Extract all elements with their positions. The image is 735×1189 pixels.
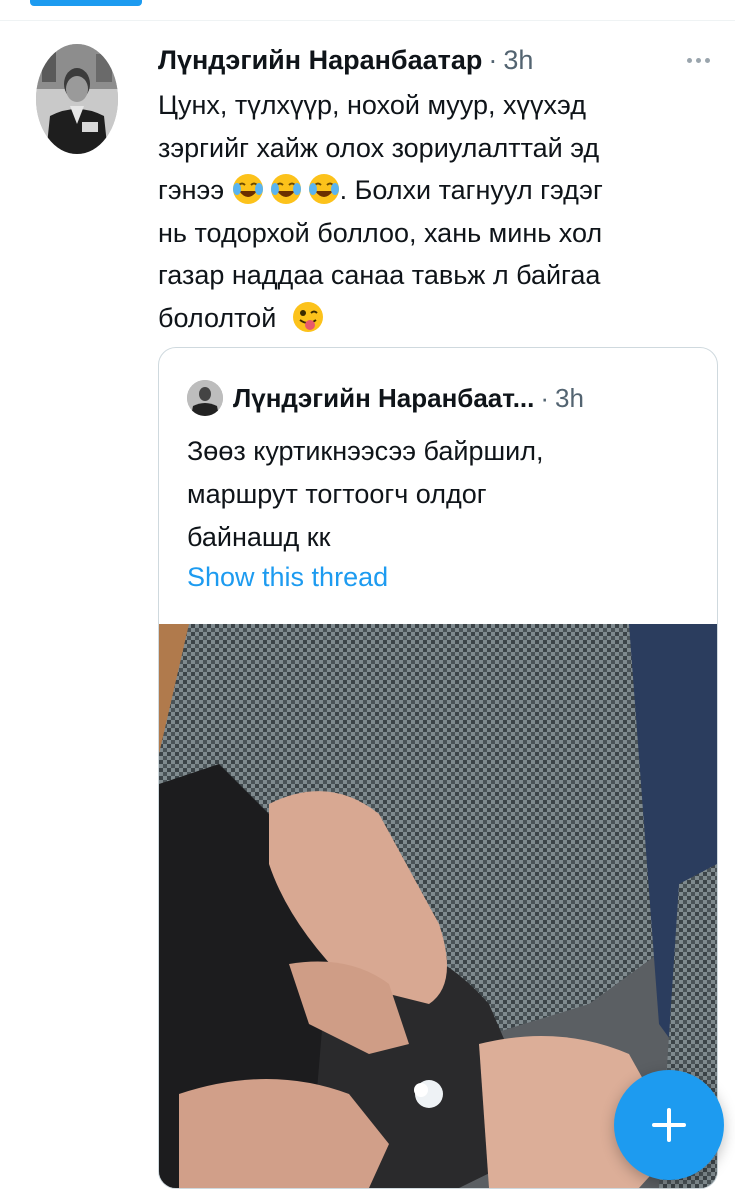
quoted-tweet-card[interactable]: Лүндэгийн Наранбаат... · 3h Зөөз куртикн… [158,347,718,1189]
plus-icon [652,1108,686,1142]
quoted-line: маршрут тогтоогч олдог [187,479,487,509]
compose-tweet-button[interactable] [614,1070,724,1180]
separator-dot: · [540,382,550,413]
avatar[interactable] [36,44,118,154]
divider [0,20,735,21]
quoted-author-name: Лүндэгийн Наранбаат... [233,382,535,413]
quoted-line: Зөөз куртикнээсээ байршил, [187,436,544,466]
more-options-icon[interactable] [680,48,716,72]
quoted-line: байнашд кк [187,522,331,552]
tweet-header: Лүндэгийн Наранбаатар · 3h [158,42,533,78]
quoted-tweet-header: Лүндэгийн Наранбаат... · 3h [187,378,584,418]
quoted-avatar [187,380,223,416]
show-thread-link[interactable]: Show this thread [187,562,388,593]
tweet-text: Цунх, түлхүүр, нохой муур, хүүхэд зэргий… [158,84,718,339]
tweet-line: нь тодорхой боллоо, хань минь хол [158,217,603,248]
tweet-line-text: . Болхи тагнуул гэдэг [339,175,603,205]
face-with-tears-of-joy-icon [232,173,264,205]
active-tab-indicator [30,0,142,6]
tweet-line: газар наддаа санаа тавьж л байгаа [158,260,601,290]
quoted-timestamp: 3h [555,382,584,413]
face-with-tears-of-joy-icon [308,173,340,205]
tweet-line-text: гэнээ [158,175,225,205]
face-with-tears-of-joy-icon [270,173,302,205]
tweet-line: гэнээ . Болхи тагнуул гэдэг [158,169,718,212]
quoted-tweet-text: Зөөз куртикнээсээ байршил, маршрут тогто… [187,430,697,559]
winking-face-with-tongue-icon [292,301,324,333]
tweet-line: Цунх, түлхүүр, нохой муур, хүүхэд [158,90,586,120]
tweet-line: бололтой [158,297,718,340]
tweet-line-text: бололтой [158,302,277,333]
separator-dot: · [488,44,498,75]
author-name[interactable]: Лүндэгийн Наранбаатар [158,45,482,76]
timestamp[interactable]: 3h [503,45,533,76]
tweet-line: зэргийг хайж олох зориулалттай эд [158,132,600,163]
